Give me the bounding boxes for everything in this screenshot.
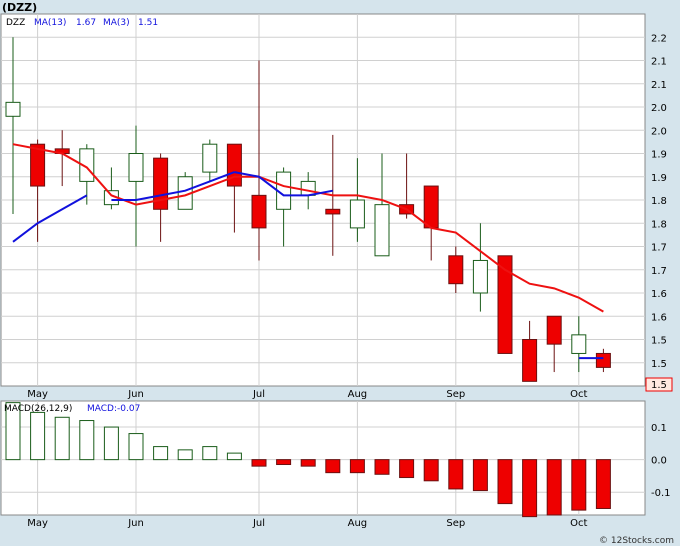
x-tick-label: Aug bbox=[348, 518, 368, 529]
legend-ma3-value: 1.51 bbox=[138, 18, 158, 28]
x-tick-label: Aug bbox=[348, 389, 368, 400]
legend-ma13-value: 1.67 bbox=[76, 18, 96, 28]
x-tick-label: Sep bbox=[446, 389, 465, 400]
macd-bar bbox=[128, 433, 144, 461]
macd-bar bbox=[472, 459, 488, 492]
legend-ma13-label: MA(13) bbox=[34, 18, 66, 28]
candle-body bbox=[546, 315, 562, 345]
macd-bar bbox=[349, 459, 365, 474]
candle-body bbox=[202, 143, 218, 173]
candle-body bbox=[300, 180, 316, 196]
x-tick-label: May bbox=[27, 518, 48, 529]
macd-bar bbox=[226, 452, 242, 461]
price-y-tick-label: 2.1 bbox=[651, 80, 667, 91]
last-price-label: 1.5 bbox=[651, 380, 667, 391]
price-y-tick-label: 1.9 bbox=[651, 150, 667, 161]
x-tick-label: May bbox=[27, 389, 48, 400]
x-tick-label: Jul bbox=[252, 518, 265, 529]
price-y-tick-label: 2.2 bbox=[651, 33, 667, 44]
price-y-tick-label: 1.5 bbox=[651, 359, 667, 370]
macd-bar bbox=[595, 459, 611, 509]
price-y-tick-label: 1.8 bbox=[651, 196, 667, 207]
macd-bar bbox=[79, 420, 95, 461]
candle-body bbox=[251, 194, 267, 229]
macd-legend-value: MACD:-0.07 bbox=[87, 404, 140, 414]
price-y-tick-label: 1.7 bbox=[651, 266, 667, 277]
candle-body bbox=[349, 199, 365, 229]
candle-body bbox=[325, 208, 341, 215]
macd-bar bbox=[546, 459, 562, 516]
macd-bar bbox=[423, 459, 439, 482]
x-tick-label: Sep bbox=[446, 518, 465, 529]
x-tick-label: Oct bbox=[570, 518, 587, 529]
macd-bar bbox=[54, 416, 70, 461]
macd-bar bbox=[448, 459, 464, 490]
macd-y-tick-label: 0.0 bbox=[651, 456, 667, 467]
x-tick-label: Jun bbox=[127, 389, 144, 400]
macd-legend-label: MACD(26,12,9) bbox=[4, 404, 72, 414]
macd-bar bbox=[374, 459, 390, 475]
chart-title: (DZZ) bbox=[2, 1, 37, 14]
chart-svg: 1.5 1.5 1.6 1.6 1.7 1.7 1.8 1.8 1.9 1.9 2.0 2.0 2.1 2… bbox=[0, 0, 680, 546]
price-y-tick-label: 2.0 bbox=[651, 103, 667, 114]
candle-body bbox=[128, 153, 144, 182]
macd-bar bbox=[103, 426, 119, 461]
price-y-tick-label: 1.7 bbox=[651, 243, 667, 254]
macd-bar bbox=[276, 459, 292, 466]
x-tick-label: Oct bbox=[570, 389, 587, 400]
candle-body bbox=[226, 143, 242, 187]
macd-y-tick-label: -0.1 bbox=[651, 488, 671, 499]
macd-bar bbox=[497, 459, 513, 505]
legend-ticker: DZZ bbox=[6, 18, 25, 28]
candle-body bbox=[522, 339, 538, 382]
x-tick-label: Jun bbox=[127, 518, 144, 529]
price-y-tick-label: 2.0 bbox=[651, 126, 667, 137]
candle-body bbox=[448, 255, 464, 285]
price-y-tick-label: 1.6 bbox=[651, 312, 667, 323]
macd-bar bbox=[30, 411, 46, 461]
legend-ma3-label: MA(3) bbox=[103, 18, 130, 28]
macd-bar bbox=[153, 446, 169, 461]
price-y-tick-label: 1.8 bbox=[651, 219, 667, 230]
watermark: © 12Stocks.com bbox=[599, 536, 674, 546]
macd-bar bbox=[300, 459, 316, 467]
macd-bar bbox=[571, 459, 587, 511]
macd-bar bbox=[177, 449, 193, 461]
candle-body bbox=[571, 334, 587, 354]
candle-body bbox=[423, 185, 439, 229]
macd-bar bbox=[202, 446, 218, 461]
macd-bar bbox=[399, 459, 415, 479]
candle-body bbox=[595, 352, 611, 368]
price-y-tick-label: 1.5 bbox=[651, 336, 667, 347]
macd-bar bbox=[522, 459, 538, 518]
candle-body bbox=[374, 204, 390, 257]
macd-bar bbox=[325, 459, 341, 474]
price-y-tick-label: 1.9 bbox=[651, 173, 667, 184]
price-y-tick-label: 1.6 bbox=[651, 289, 667, 300]
candle-body bbox=[472, 259, 488, 294]
price-y-axis: 1.5 1.5 1.6 1.6 1.7 1.7 1.8 1.8 1.9 1.9 2.0 2.0 2.1 2… bbox=[651, 33, 667, 370]
stock-chart: 1.5 1.5 1.6 1.6 1.7 1.7 1.8 1.8 1.9 1.9 2.0 2.0 2.1 2… bbox=[0, 0, 680, 546]
price-y-tick-label: 2.1 bbox=[651, 57, 667, 68]
macd-bar bbox=[251, 459, 267, 467]
macd-y-tick-label: 0.1 bbox=[651, 423, 667, 434]
x-tick-label: Jul bbox=[252, 389, 265, 400]
candle-body bbox=[5, 101, 21, 117]
